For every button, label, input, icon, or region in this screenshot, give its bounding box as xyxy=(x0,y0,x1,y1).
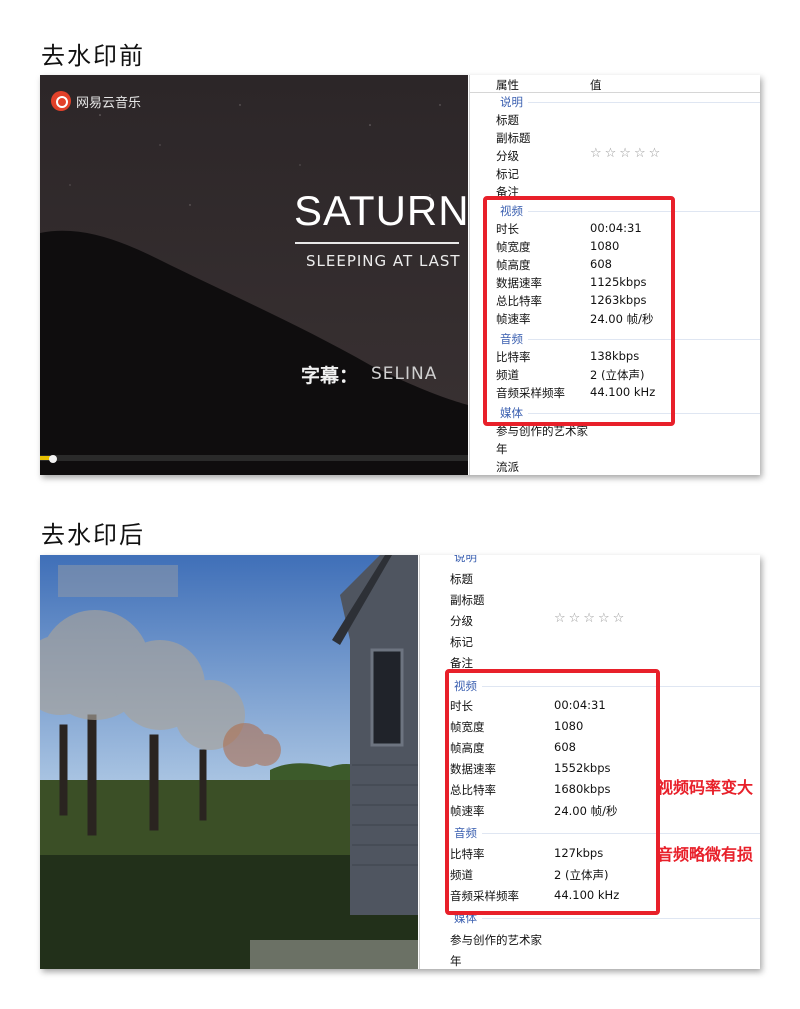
section-desc: 说明 xyxy=(454,555,477,564)
row-label: 年 xyxy=(496,442,508,456)
row-label: 年 xyxy=(450,954,462,968)
video-bitrate-note: 视频码率变大 xyxy=(657,778,754,797)
before-screenshot: 网易云音乐 SATURN SLEEPING AT LAST 字幕： SELINA… xyxy=(40,75,760,475)
row-label: 副标题 xyxy=(450,593,485,607)
row-label: 标题 xyxy=(450,572,473,586)
row-label: 参与创作的艺术家 xyxy=(450,933,542,947)
row-label: 标记 xyxy=(450,635,473,649)
before-video-frame xyxy=(40,75,468,475)
rating-stars-icon[interactable]: ☆☆☆☆☆ xyxy=(590,146,663,161)
row-label: 分级 xyxy=(496,149,519,163)
after-heading: 去水印后 xyxy=(41,521,145,549)
row-label: 分级 xyxy=(450,614,473,628)
after-screenshot: 说明 标题 副标题 分级 ☆☆☆☆☆ 标记 备注 视频 时长 00:04:31 … xyxy=(40,555,760,969)
netease-music-logo-icon xyxy=(51,91,71,111)
before-heading: 去水印前 xyxy=(41,42,145,70)
progress-handle[interactable] xyxy=(49,455,57,463)
row-label: 副标题 xyxy=(496,131,531,145)
song-subtitle: SLEEPING AT LAST xyxy=(306,252,461,270)
header-value: 值 xyxy=(590,78,602,92)
song-title: SATURN xyxy=(294,187,470,234)
subtitle-credit-name: SELINA xyxy=(371,364,438,384)
header-divider xyxy=(470,92,760,93)
header-property: 属性 xyxy=(496,78,519,92)
row-label: 标记 xyxy=(496,167,519,181)
after-video-frame xyxy=(40,555,418,969)
title-divider xyxy=(295,242,459,244)
section-desc: 说明 xyxy=(500,95,523,109)
row-label: 标题 xyxy=(496,113,519,127)
brand-watermark: 网易云音乐 xyxy=(76,96,142,111)
rating-stars-icon[interactable]: ☆☆☆☆☆ xyxy=(554,611,627,626)
before-highlight-box xyxy=(483,196,675,426)
subtitle-credit-prefix: 字幕： xyxy=(301,365,359,387)
after-highlight-box xyxy=(445,669,660,915)
audio-quality-note: 音频略微有损 xyxy=(657,845,754,864)
row-label: 流派 xyxy=(496,460,519,474)
